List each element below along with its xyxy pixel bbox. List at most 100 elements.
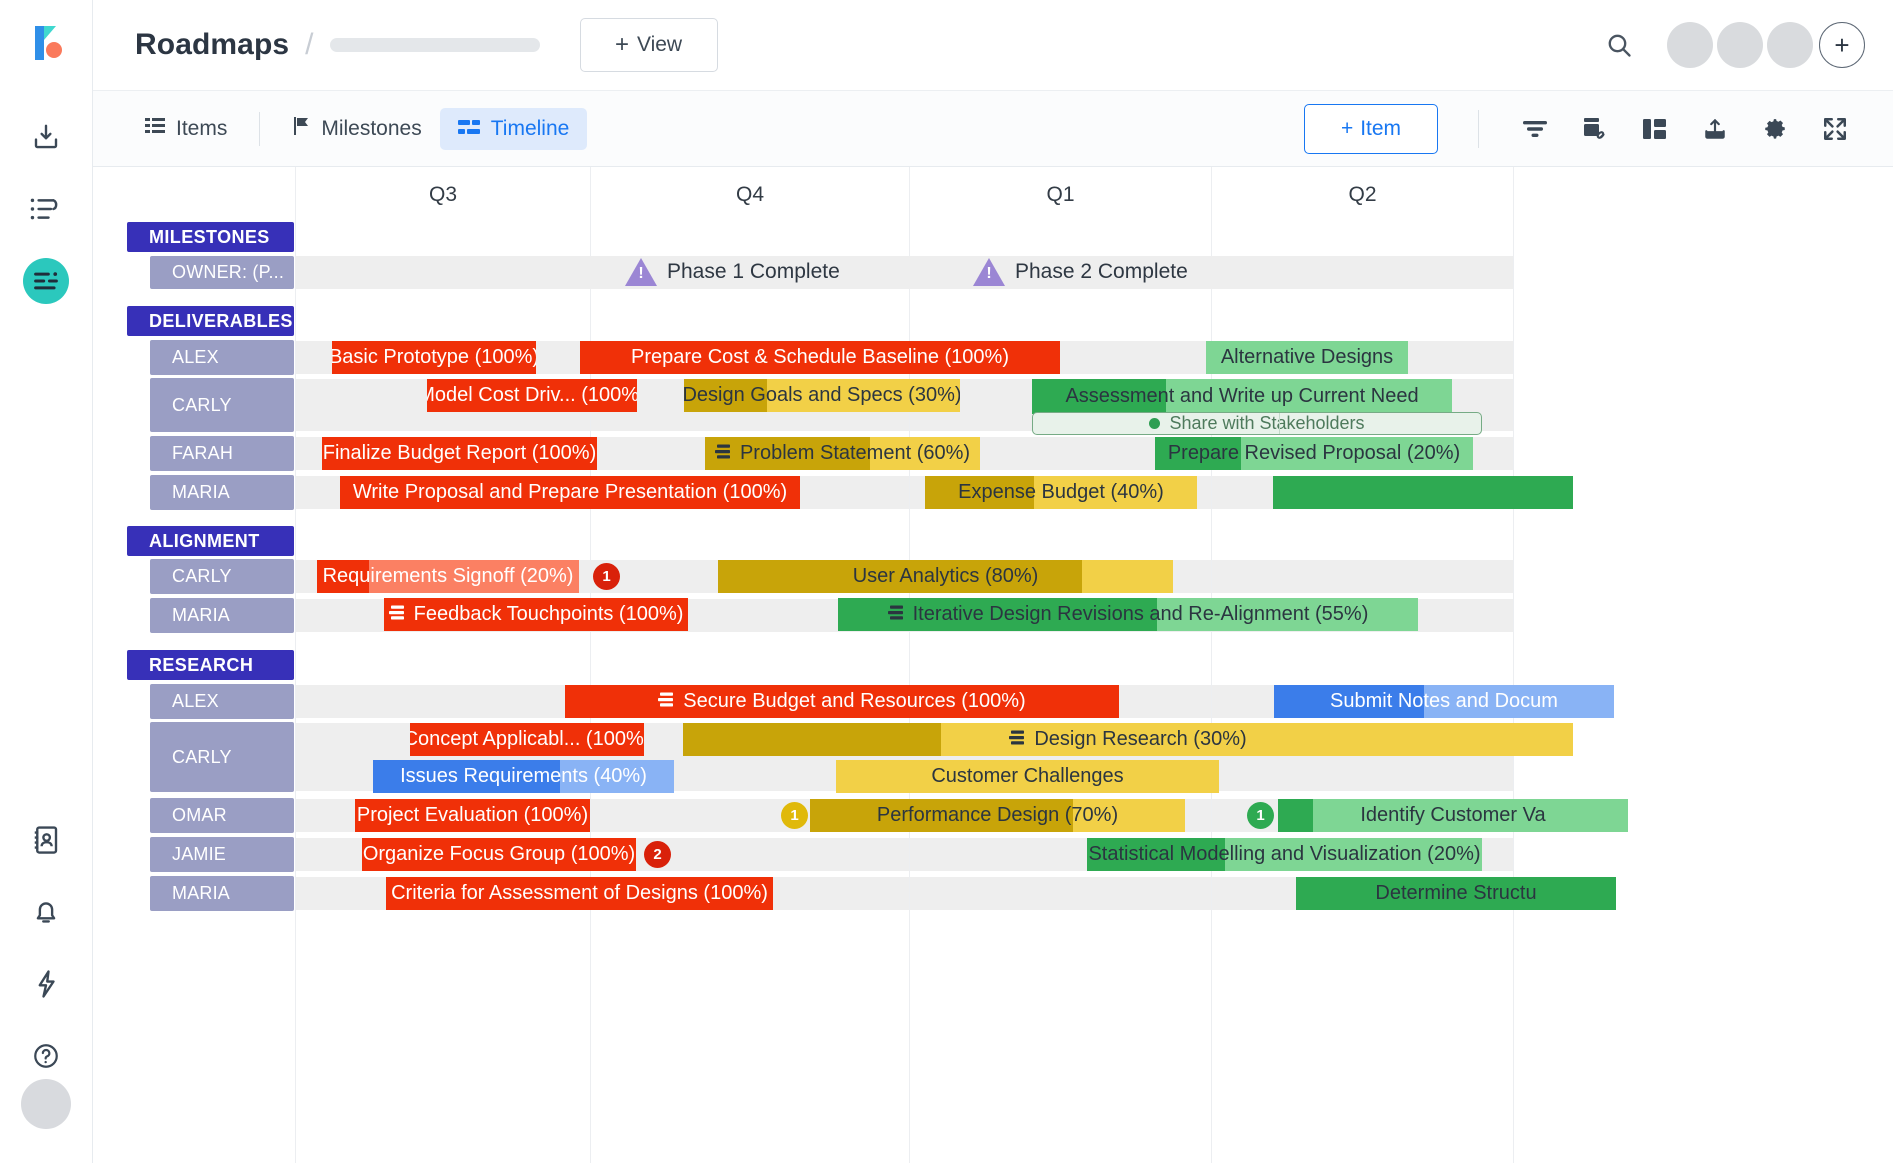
- dependency-link-icon: [715, 442, 732, 465]
- row-person-label[interactable]: MARIA: [150, 876, 294, 911]
- contacts-book-icon[interactable]: [23, 817, 69, 863]
- avatar[interactable]: [1767, 22, 1813, 68]
- timeline-bar-label-wrap: Requirements Signoff (20%): [317, 565, 579, 588]
- dependencies-icon[interactable]: [1582, 116, 1608, 142]
- panel-layout-icon[interactable]: [1642, 117, 1668, 141]
- row-person-label[interactable]: ALEX: [150, 340, 294, 375]
- tab-milestones[interactable]: Milestones: [274, 107, 439, 151]
- timeline-bar-identify-customer-value[interactable]: Identify Customer Va: [1278, 799, 1628, 832]
- flag-icon: [292, 116, 310, 142]
- inbox-download-icon[interactable]: [23, 114, 69, 160]
- row-group-label[interactable]: DELIVERABLES: [127, 306, 294, 336]
- timeline-bar-label: Iterative Design Revisions and Re-Alignm…: [913, 603, 1369, 626]
- row-person-label[interactable]: JAMIE: [150, 837, 294, 872]
- row-group-label[interactable]: RESEARCH: [127, 650, 294, 680]
- milestone-label: Phase 1 Complete: [667, 260, 840, 284]
- row-person-label[interactable]: CARLY: [150, 722, 294, 792]
- help-circle-icon[interactable]: [23, 1033, 69, 1079]
- fullscreen-icon[interactable]: [1822, 116, 1848, 142]
- timeline-bar-organize-focus-group[interactable]: Organize Focus Group (100%): [362, 838, 636, 871]
- export-upload-icon[interactable]: [1702, 116, 1728, 142]
- timeline-bar-issues-requirements[interactable]: Issues Requirements (40%): [373, 760, 674, 793]
- timeline-bar-expense-budget[interactable]: Expense Budget (40%): [925, 476, 1197, 509]
- timeline-bar-feedback-touchpoints[interactable]: Feedback Touchpoints (100%): [384, 598, 688, 631]
- search-icon[interactable]: [1605, 31, 1633, 59]
- add-member-button[interactable]: +: [1819, 22, 1865, 68]
- timeline-bar-prepare-cost-schedule-baseline[interactable]: Prepare Cost & Schedule Baseline (100%): [580, 341, 1060, 374]
- row-group-label[interactable]: MILESTONES: [127, 222, 294, 252]
- dependency-link-icon: [389, 603, 406, 626]
- timeline-bar-problem-statement[interactable]: Problem Statement (60%): [705, 437, 980, 470]
- timeline-bar-label: Finalize Budget Report (100%): [323, 442, 596, 465]
- timeline-gridline: [295, 167, 296, 1163]
- add-view-button[interactable]: + View: [580, 18, 718, 72]
- row-person-label[interactable]: ALEX: [150, 684, 294, 719]
- timeline-bar-basic-prototype[interactable]: Basic Prototype (100%): [332, 341, 536, 374]
- timeline-bar-label: Design Goals and Specs (30%): [684, 384, 960, 407]
- milestone-marker[interactable]: Phase 1 Complete: [625, 258, 840, 286]
- timeline-bar-finalize-budget-report[interactable]: Finalize Budget Report (100%): [322, 437, 597, 470]
- share-with-stakeholders-tooltip[interactable]: Share with Stakeholders: [1032, 412, 1482, 435]
- timeline-canvas[interactable]: Q3Q4Q1Q2Phase 1 CompletePhase 2 Complete…: [93, 167, 1893, 1163]
- timeline-bar-model-cost-drivers[interactable]: Model Cost Driv... (100%): [427, 379, 637, 412]
- breadcrumb-placeholder: [330, 38, 540, 52]
- timeline-bar-customer-challenges[interactable]: Customer Challenges: [836, 760, 1219, 793]
- timeline-bar-iterative-design-revisions-and-re-alignment[interactable]: Iterative Design Revisions and Re-Alignm…: [838, 598, 1418, 631]
- app-logo[interactable]: [23, 20, 69, 66]
- activity-list-icon[interactable]: [23, 186, 69, 232]
- status-dot-icon: [1149, 418, 1160, 429]
- timeline-bar-performance-design[interactable]: Performance Design (70%): [810, 799, 1185, 832]
- bolt-icon[interactable]: [23, 961, 69, 1007]
- timeline-bar-secure-budget-and-resources[interactable]: Secure Budget and Resources (100%): [565, 685, 1119, 718]
- tab-timeline[interactable]: Timeline: [440, 108, 588, 150]
- timeline-bar-determine-structure[interactable]: Determine Structu: [1296, 877, 1616, 910]
- dependency-badge-performance-design[interactable]: 1: [781, 802, 808, 829]
- row-person-label[interactable]: MARIA: [150, 475, 294, 510]
- timeline-bar-assessment-and-write-up-current-need[interactable]: Assessment and Write up Current Need: [1032, 379, 1452, 414]
- row-person-label[interactable]: CARLY: [150, 378, 294, 432]
- toolbar-divider: [1478, 110, 1479, 148]
- timeline-bar-requirements-signoff[interactable]: Requirements Signoff (20%): [317, 560, 579, 593]
- timeline-bar-prepare-revised-proposal[interactable]: Prepare Revised Proposal (20%): [1155, 437, 1473, 470]
- timeline-bar-alternative-designs[interactable]: Alternative Designs: [1206, 341, 1408, 374]
- timeline-bar-statistical-modelling-and-visualization[interactable]: Statistical Modelling and Visualization …: [1087, 838, 1482, 871]
- add-item-button[interactable]: + Item: [1304, 104, 1438, 154]
- row-group-label[interactable]: ALIGNMENT: [127, 526, 294, 556]
- avatar[interactable]: [1717, 22, 1763, 68]
- avatar[interactable]: [1667, 22, 1713, 68]
- timeline-bar-green-unnamed-maria[interactable]: [1273, 476, 1573, 509]
- row-person-label[interactable]: FARAH: [150, 436, 294, 471]
- milestone-marker[interactable]: Phase 2 Complete: [973, 258, 1188, 286]
- timeline-bar-design-goals-and-specs[interactable]: Design Goals and Specs (30%): [684, 379, 960, 412]
- tab-items[interactable]: Items: [127, 108, 245, 150]
- timeline-bar-label-wrap: Expense Budget (40%): [948, 481, 1174, 504]
- timeline-bar-label-wrap: Feedback Touchpoints (100%): [384, 603, 688, 626]
- row-person-label[interactable]: OMAR: [150, 798, 294, 833]
- timeline-bar-design-research[interactable]: Design Research (30%): [683, 723, 1573, 756]
- timeline-bar-label: Prepare Revised Proposal (20%): [1168, 442, 1460, 465]
- left-nav-rail: [0, 0, 93, 1163]
- timeline-bar-progress: [1278, 799, 1313, 832]
- dependency-badge-requirements-signoff[interactable]: 1: [593, 563, 620, 590]
- row-person-label[interactable]: OWNER: (P...: [150, 256, 294, 289]
- filter-icon[interactable]: [1522, 118, 1548, 140]
- user-avatar[interactable]: [21, 1079, 71, 1129]
- timeline-bar-label: Basic Prototype (100%): [332, 346, 536, 369]
- timeline-bar-submit-notes-and-documents[interactable]: Submit Notes and Docum: [1274, 685, 1614, 718]
- bell-icon[interactable]: [23, 889, 69, 935]
- dependency-badge-identify-customer-value[interactable]: 1: [1247, 802, 1274, 829]
- roadmaps-icon[interactable]: [23, 258, 69, 304]
- timeline-bar-label-wrap: Customer Challenges: [921, 765, 1133, 788]
- row-person-label[interactable]: CARLY: [150, 559, 294, 594]
- timeline-bar-user-analytics[interactable]: User Analytics (80%): [718, 560, 1173, 593]
- timeline-bar-criteria-for-assessment-of-designs[interactable]: Criteria for Assessment of Designs (100%…: [386, 877, 773, 910]
- timeline-bar-concept-applicability[interactable]: Concept Applicabl... (100%): [410, 723, 644, 756]
- row-person-label[interactable]: MARIA: [150, 598, 294, 633]
- timeline-bar-project-evaluation[interactable]: Project Evaluation (100%): [355, 799, 590, 832]
- dependency-link-icon: [1009, 728, 1026, 751]
- timeline-bar-write-proposal-and-prepare-presentation[interactable]: Write Proposal and Prepare Presentation …: [340, 476, 800, 509]
- settings-gear-icon[interactable]: [1762, 116, 1788, 142]
- dependency-badge-organize-focus-group[interactable]: 2: [644, 841, 671, 868]
- timeline-bar-label-wrap: Submit Notes and Docum: [1320, 690, 1568, 713]
- tooltip-divider: [1279, 413, 1280, 434]
